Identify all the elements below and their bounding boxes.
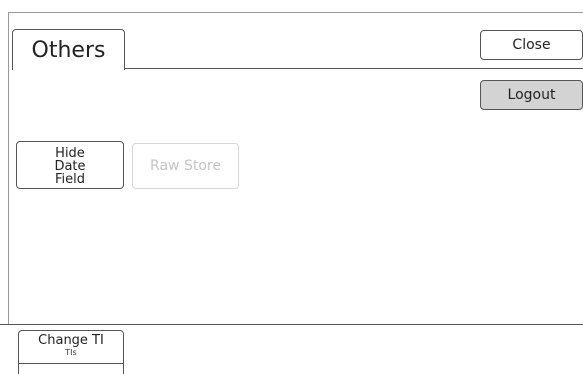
raw-store-label: Raw Store [150, 158, 221, 174]
hide-date-field-button[interactable]: Hide Date Field [16, 141, 124, 189]
change-ti-label: Change TI [38, 333, 104, 348]
change-ti-sublabel: TIs [65, 348, 77, 357]
logout-button[interactable]: Logout [480, 80, 583, 110]
tab-divider [124, 68, 583, 69]
tab-others-label: Others [31, 37, 106, 63]
hide-date-field-label: Hide Date Field [54, 145, 86, 187]
close-button-label: Close [512, 37, 551, 53]
raw-store-button[interactable]: Raw Store [132, 143, 239, 189]
footer-divider [0, 324, 583, 325]
tab-others[interactable]: Others [12, 29, 125, 70]
logout-button-label: Logout [507, 87, 556, 103]
change-ti-divider [19, 363, 123, 364]
close-button[interactable]: Close [480, 30, 583, 60]
change-ti-button[interactable]: Change TI TIs [18, 330, 124, 374]
